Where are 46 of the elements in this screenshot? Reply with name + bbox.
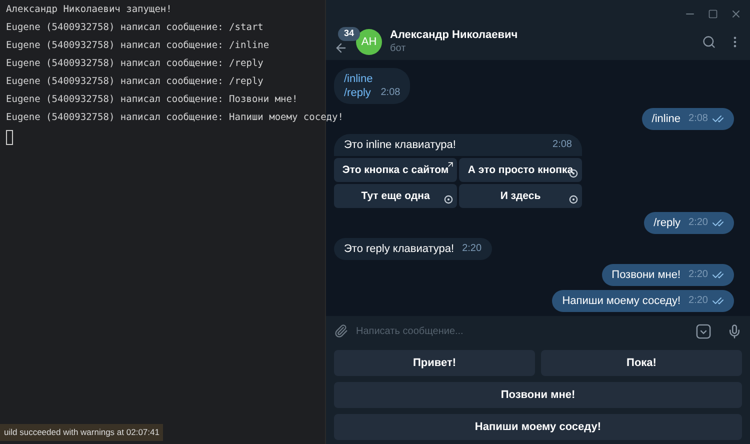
message-input-bar[interactable]: Написать сообщение... xyxy=(326,316,750,346)
reply-keyboard-button[interactable]: Позвони мне! xyxy=(334,382,742,408)
maximize-icon[interactable] xyxy=(708,9,718,19)
inline-keyboard-button[interactable]: Тут еще одна xyxy=(334,184,457,208)
avatar: АН xyxy=(356,29,382,55)
build-status-toast: uild succeeded with warnings at 02:07:41 xyxy=(0,424,164,441)
command-link[interactable]: /inline xyxy=(344,72,373,86)
clock-icon xyxy=(444,195,453,204)
message-time: 2:08 xyxy=(380,86,400,100)
reply-keyboard-button[interactable]: Привет! xyxy=(334,350,535,376)
terminal-line: Eugene (5400932758) написал сообщение: /start xyxy=(6,21,264,35)
message-time: 2:08 xyxy=(688,112,708,126)
message-time: 2:08 xyxy=(552,138,572,152)
terminal-cursor xyxy=(6,130,13,145)
terminal-line: Александр Николаевич запущен! xyxy=(6,3,172,17)
terminal-line: Eugene (5400932758) написал сообщение: Позвони мне! xyxy=(6,93,298,107)
message-text: Это inline клавиатура! xyxy=(344,138,456,152)
reply-keyboard-button[interactable]: Напиши моему соседу! xyxy=(334,414,742,440)
message-text: Напиши моему соседу! xyxy=(562,294,681,308)
unread-badge: 34 xyxy=(338,27,360,40)
terminal-line: Eugene (5400932758) написал сообщение: Напиши моему соседу! xyxy=(6,111,344,125)
inline-keyboard-button[interactable]: И здесь xyxy=(459,184,582,208)
paperclip-icon[interactable] xyxy=(334,324,348,338)
message-time: 2:20 xyxy=(688,216,708,230)
message-text: Это reply клавиатура! xyxy=(344,242,454,256)
inline-keyboard-button[interactable]: Это кнопка с сайтом xyxy=(334,158,457,182)
arrow-icon xyxy=(446,160,455,169)
close-icon[interactable] xyxy=(730,8,742,20)
microphone-icon[interactable] xyxy=(727,324,742,338)
keyboard-toggle-icon[interactable] xyxy=(696,324,711,338)
message-time: 2:20 xyxy=(462,242,482,256)
search-icon[interactable] xyxy=(702,35,716,49)
message-text: /reply xyxy=(654,216,681,230)
chat-title: Александр Николаевич xyxy=(390,28,518,43)
chat-status: бот xyxy=(390,42,407,56)
inline-keyboard-button[interactable]: А это просто кнопка xyxy=(459,158,582,182)
message-text: /inline xyxy=(652,112,681,126)
clock-icon xyxy=(569,195,578,204)
message-time: 2:20 xyxy=(688,294,708,308)
terminal-line: Eugene (5400932758) написал сообщение: /reply xyxy=(6,75,264,89)
command-link[interactable]: /reply xyxy=(344,86,371,100)
message-text: Позвони мне! xyxy=(612,268,681,282)
terminal-line: Eugene (5400932758) написал сообщение: /inline xyxy=(6,39,270,53)
terminal-line: Eugene (5400932758) написал сообщение: /reply xyxy=(6,57,264,71)
message-time: 2:20 xyxy=(688,268,708,282)
reply-keyboard-button[interactable]: Пока! xyxy=(541,350,742,376)
